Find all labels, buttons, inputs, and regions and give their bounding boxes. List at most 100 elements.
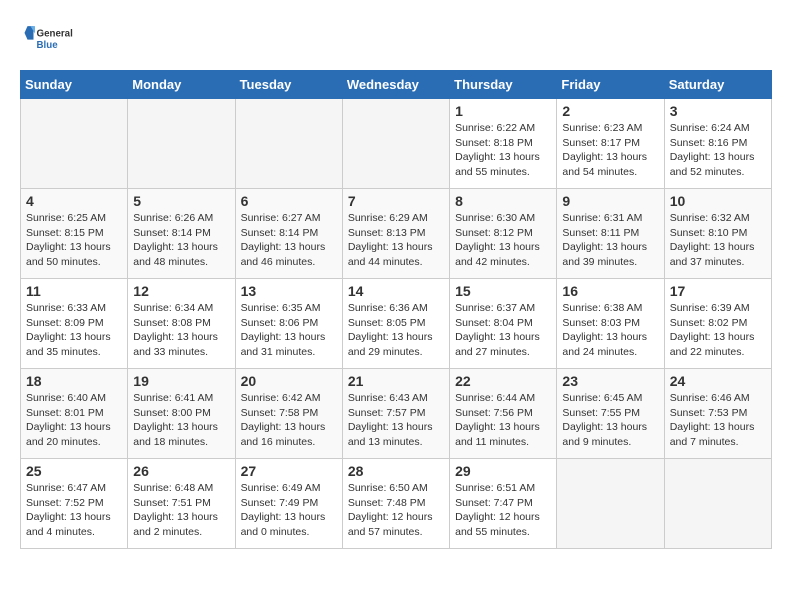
calendar-cell: 15 Sunrise: 6:37 AM Sunset: 8:04 PM Dayli…: [450, 279, 557, 369]
calendar-cell: 17 Sunrise: 6:39 AM Sunset: 8:02 PM Dayli…: [664, 279, 771, 369]
day-number: 18: [26, 373, 122, 389]
day-number: 24: [670, 373, 766, 389]
logo-svg: General Blue: [20, 20, 80, 60]
calendar-cell: [557, 459, 664, 549]
page-header: General Blue: [20, 20, 772, 60]
day-info: Sunrise: 6:31 AM Sunset: 8:11 PM Dayligh…: [562, 211, 658, 270]
calendar-cell: 6 Sunrise: 6:27 AM Sunset: 8:14 PM Daylig…: [235, 189, 342, 279]
day-info: Sunrise: 6:43 AM Sunset: 7:57 PM Dayligh…: [348, 391, 444, 450]
calendar-cell: 25 Sunrise: 6:47 AM Sunset: 7:52 PM Dayli…: [21, 459, 128, 549]
day-number: 1: [455, 103, 551, 119]
calendar-cell: 7 Sunrise: 6:29 AM Sunset: 8:13 PM Daylig…: [342, 189, 449, 279]
calendar-cell: 11Sunrise: 6:33 AM Sunset: 8:09 PM Dayli…: [21, 279, 128, 369]
day-info: Sunrise: 6:47 AM Sunset: 7:52 PM Dayligh…: [26, 481, 122, 540]
calendar-cell: 23 Sunrise: 6:45 AM Sunset: 7:55 PM Dayli…: [557, 369, 664, 459]
weekday-header-monday: Monday: [128, 71, 235, 99]
day-number: 15: [455, 283, 551, 299]
day-info: Sunrise: 6:48 AM Sunset: 7:51 PM Dayligh…: [133, 481, 229, 540]
day-info: Sunrise: 6:27 AM Sunset: 8:14 PM Dayligh…: [241, 211, 337, 270]
day-number: 14: [348, 283, 444, 299]
weekday-header-sunday: Sunday: [21, 71, 128, 99]
day-number: 26: [133, 463, 229, 479]
day-number: 28: [348, 463, 444, 479]
day-number: 4: [26, 193, 122, 209]
svg-text:General: General: [37, 29, 74, 40]
calendar-cell: 1 Sunrise: 6:22 AM Sunset: 8:18 PM Daylig…: [450, 99, 557, 189]
calendar-cell: 20 Sunrise: 6:42 AM Sunset: 7:58 PM Dayli…: [235, 369, 342, 459]
logo: General Blue: [20, 20, 80, 60]
week-row-5: 25 Sunrise: 6:47 AM Sunset: 7:52 PM Dayli…: [21, 459, 772, 549]
calendar-cell: 8Sunrise: 6:30 AM Sunset: 8:12 PM Daylig…: [450, 189, 557, 279]
calendar-cell: 12 Sunrise: 6:34 AM Sunset: 8:08 PM Dayli…: [128, 279, 235, 369]
day-number: 22: [455, 373, 551, 389]
day-number: 7: [348, 193, 444, 209]
weekday-header-wednesday: Wednesday: [342, 71, 449, 99]
day-info: Sunrise: 6:42 AM Sunset: 7:58 PM Dayligh…: [241, 391, 337, 450]
day-info: Sunrise: 6:23 AM Sunset: 8:17 PM Dayligh…: [562, 121, 658, 180]
day-info: Sunrise: 6:50 AM Sunset: 7:48 PM Dayligh…: [348, 481, 444, 540]
day-info: Sunrise: 6:24 AM Sunset: 8:16 PM Dayligh…: [670, 121, 766, 180]
day-info: Sunrise: 6:30 AM Sunset: 8:12 PM Dayligh…: [455, 211, 551, 270]
calendar-cell: 21 Sunrise: 6:43 AM Sunset: 7:57 PM Dayli…: [342, 369, 449, 459]
svg-text:Blue: Blue: [37, 40, 59, 51]
calendar-cell: 18 Sunrise: 6:40 AM Sunset: 8:01 PM Dayli…: [21, 369, 128, 459]
calendar-cell: 10Sunrise: 6:32 AM Sunset: 8:10 PM Dayli…: [664, 189, 771, 279]
day-number: 10: [670, 193, 766, 209]
calendar-cell: 16 Sunrise: 6:38 AM Sunset: 8:03 PM Dayli…: [557, 279, 664, 369]
week-row-2: 4 Sunrise: 6:25 AM Sunset: 8:15 PM Daylig…: [21, 189, 772, 279]
day-info: Sunrise: 6:25 AM Sunset: 8:15 PM Dayligh…: [26, 211, 122, 270]
calendar-cell: 26 Sunrise: 6:48 AM Sunset: 7:51 PM Dayli…: [128, 459, 235, 549]
week-row-4: 18 Sunrise: 6:40 AM Sunset: 8:01 PM Dayli…: [21, 369, 772, 459]
day-info: Sunrise: 6:34 AM Sunset: 8:08 PM Dayligh…: [133, 301, 229, 360]
calendar-cell: 13 Sunrise: 6:35 AM Sunset: 8:06 PM Dayli…: [235, 279, 342, 369]
calendar-cell: 19 Sunrise: 6:41 AM Sunset: 8:00 PM Dayli…: [128, 369, 235, 459]
calendar-cell: 28 Sunrise: 6:50 AM Sunset: 7:48 PM Dayli…: [342, 459, 449, 549]
day-number: 20: [241, 373, 337, 389]
day-number: 19: [133, 373, 229, 389]
calendar-cell: 29 Sunrise: 6:51 AM Sunset: 7:47 PM Dayli…: [450, 459, 557, 549]
day-info: Sunrise: 6:39 AM Sunset: 8:02 PM Dayligh…: [670, 301, 766, 360]
day-number: 29: [455, 463, 551, 479]
weekday-header-saturday: Saturday: [664, 71, 771, 99]
day-info: Sunrise: 6:41 AM Sunset: 8:00 PM Dayligh…: [133, 391, 229, 450]
week-row-3: 11Sunrise: 6:33 AM Sunset: 8:09 PM Dayli…: [21, 279, 772, 369]
calendar-cell: 22 Sunrise: 6:44 AM Sunset: 7:56 PM Dayli…: [450, 369, 557, 459]
day-number: 11: [26, 283, 122, 299]
calendar-cell: [664, 459, 771, 549]
day-info: Sunrise: 6:44 AM Sunset: 7:56 PM Dayligh…: [455, 391, 551, 450]
calendar-cell: 3 Sunrise: 6:24 AM Sunset: 8:16 PM Daylig…: [664, 99, 771, 189]
day-number: 21: [348, 373, 444, 389]
day-info: Sunrise: 6:49 AM Sunset: 7:49 PM Dayligh…: [241, 481, 337, 540]
day-number: 9: [562, 193, 658, 209]
day-number: 6: [241, 193, 337, 209]
day-number: 23: [562, 373, 658, 389]
day-info: Sunrise: 6:35 AM Sunset: 8:06 PM Dayligh…: [241, 301, 337, 360]
day-number: 25: [26, 463, 122, 479]
day-number: 3: [670, 103, 766, 119]
day-number: 13: [241, 283, 337, 299]
calendar-cell: 24Sunrise: 6:46 AM Sunset: 7:53 PM Dayli…: [664, 369, 771, 459]
day-number: 5: [133, 193, 229, 209]
calendar-cell: 9 Sunrise: 6:31 AM Sunset: 8:11 PM Daylig…: [557, 189, 664, 279]
calendar-cell: [235, 99, 342, 189]
day-info: Sunrise: 6:51 AM Sunset: 7:47 PM Dayligh…: [455, 481, 551, 540]
calendar-cell: 27Sunrise: 6:49 AM Sunset: 7:49 PM Dayli…: [235, 459, 342, 549]
day-info: Sunrise: 6:22 AM Sunset: 8:18 PM Dayligh…: [455, 121, 551, 180]
day-number: 16: [562, 283, 658, 299]
day-info: Sunrise: 6:45 AM Sunset: 7:55 PM Dayligh…: [562, 391, 658, 450]
day-info: Sunrise: 6:37 AM Sunset: 8:04 PM Dayligh…: [455, 301, 551, 360]
week-row-1: 1 Sunrise: 6:22 AM Sunset: 8:18 PM Daylig…: [21, 99, 772, 189]
day-number: 12: [133, 283, 229, 299]
calendar-cell: [128, 99, 235, 189]
day-number: 2: [562, 103, 658, 119]
calendar-table: SundayMondayTuesdayWednesdayThursdayFrid…: [20, 70, 772, 549]
calendar-cell: 14Sunrise: 6:36 AM Sunset: 8:05 PM Dayli…: [342, 279, 449, 369]
day-info: Sunrise: 6:38 AM Sunset: 8:03 PM Dayligh…: [562, 301, 658, 360]
day-number: 17: [670, 283, 766, 299]
day-info: Sunrise: 6:40 AM Sunset: 8:01 PM Dayligh…: [26, 391, 122, 450]
day-info: Sunrise: 6:29 AM Sunset: 8:13 PM Dayligh…: [348, 211, 444, 270]
day-info: Sunrise: 6:26 AM Sunset: 8:14 PM Dayligh…: [133, 211, 229, 270]
weekday-header-row: SundayMondayTuesdayWednesdayThursdayFrid…: [21, 71, 772, 99]
calendar-cell: 4 Sunrise: 6:25 AM Sunset: 8:15 PM Daylig…: [21, 189, 128, 279]
calendar-cell: 2 Sunrise: 6:23 AM Sunset: 8:17 PM Daylig…: [557, 99, 664, 189]
